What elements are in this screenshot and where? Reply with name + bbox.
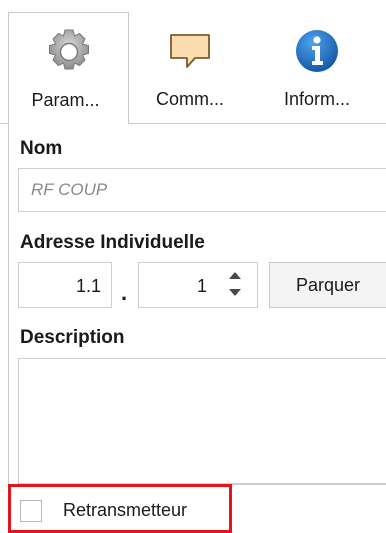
tab-strip: Param... Comm... Inform...	[0, 0, 386, 124]
tab-label: Comm...	[155, 89, 224, 109]
retransmitter-label[interactable]: Retransmetteur	[63, 500, 187, 521]
properties-panel: Param... Comm... Inform... Nom RF COUP A…	[0, 0, 386, 533]
name-field[interactable]: RF COUP	[18, 168, 386, 212]
address-part2-stepper[interactable]: 1	[138, 262, 258, 308]
name-label: Nom	[20, 138, 63, 159]
tab-parameters[interactable]: Param...	[8, 12, 129, 124]
tab-label: Inform...	[283, 89, 350, 109]
description-label: Description	[20, 327, 125, 348]
park-button[interactable]: Parquer	[269, 262, 386, 308]
spin-up-icon[interactable]	[229, 272, 241, 279]
retransmitter-checkbox[interactable]	[20, 500, 42, 522]
address-part2-value: 1	[196, 276, 207, 296]
panel-left-border	[8, 124, 9, 485]
address-separator: .	[121, 280, 128, 305]
info-icon	[292, 26, 342, 76]
gear-icon	[44, 27, 94, 77]
spinner	[227, 269, 245, 301]
address-part1-field[interactable]: 1.1	[18, 262, 112, 308]
tab-label: Param...	[31, 90, 100, 110]
tab-comments[interactable]: Comm...	[135, 12, 245, 124]
comment-icon	[165, 26, 215, 76]
spin-down-icon[interactable]	[229, 289, 241, 296]
retransmitter-option: Retransmetteur	[8, 484, 232, 533]
tab-information[interactable]: Inform...	[262, 12, 372, 124]
description-textarea[interactable]	[18, 358, 386, 484]
address-label: Adresse Individuelle	[20, 232, 205, 253]
